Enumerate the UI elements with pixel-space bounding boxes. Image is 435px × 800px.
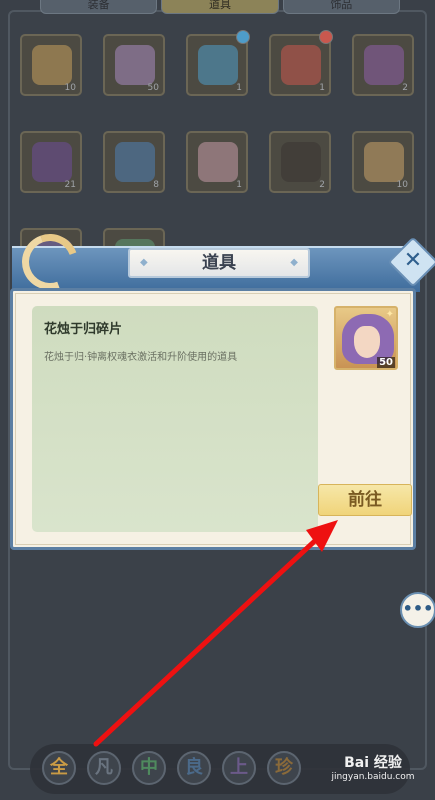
watermark-logo-text: Bai 经验 bbox=[344, 755, 402, 771]
annotation-arrow-shaft bbox=[93, 535, 321, 747]
watermark-url: jingyan.baidu.com bbox=[331, 772, 415, 782]
watermark: Bai 经验 jingyan.baidu.com bbox=[314, 748, 432, 792]
annotation-arrow bbox=[93, 520, 338, 747]
